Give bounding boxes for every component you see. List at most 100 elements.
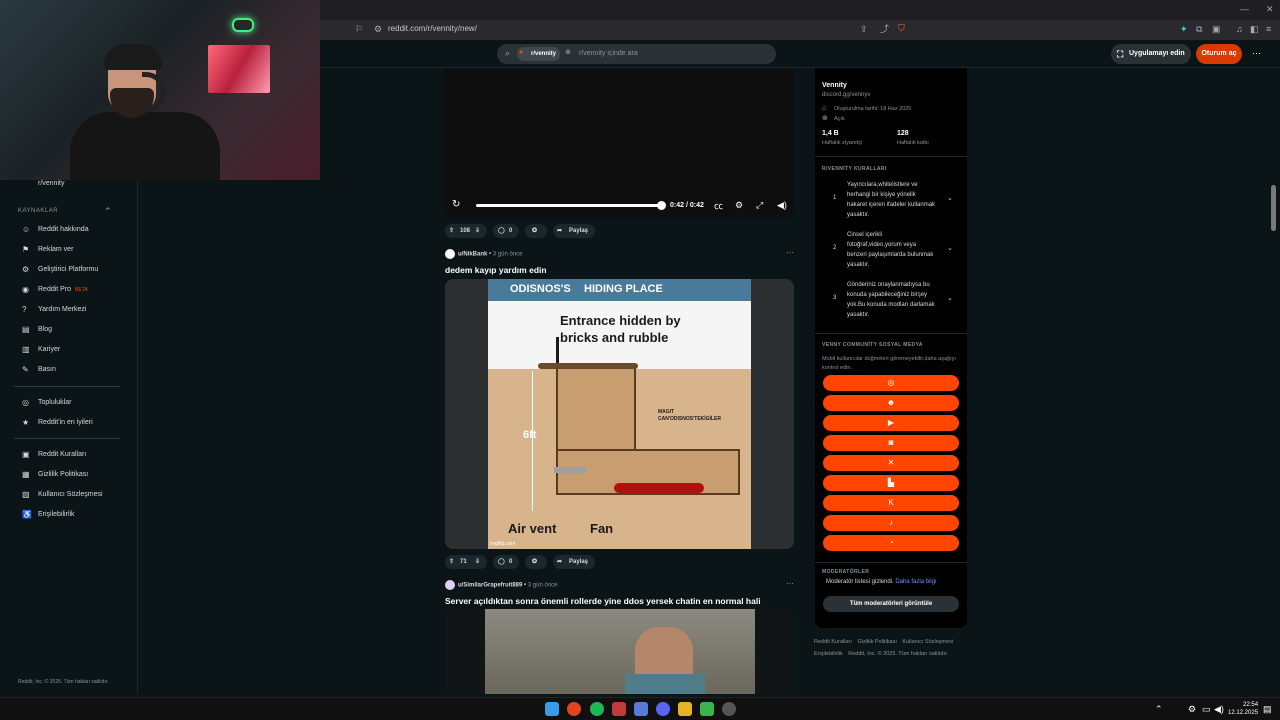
clock[interactable]: 22:54 12.12.2025 bbox=[1228, 701, 1258, 717]
start-icon[interactable] bbox=[545, 702, 559, 716]
sidebar-item-topluluklar[interactable]: ◎ Topluluklar bbox=[18, 393, 128, 413]
share-icon[interactable]: ⇪ bbox=[860, 25, 868, 34]
user-avatar[interactable] bbox=[445, 580, 455, 590]
folder-icon[interactable] bbox=[678, 702, 692, 716]
view-all-mods-button[interactable]: Tüm moderatörleri görüntüle bbox=[823, 596, 959, 612]
editor-icon[interactable] bbox=[634, 702, 648, 716]
sidebar-icon[interactable]: ◧ bbox=[1250, 25, 1259, 34]
user-avatar[interactable] bbox=[445, 249, 455, 259]
kick-link-button[interactable]: K bbox=[823, 495, 959, 511]
mods-more-link[interactable]: Daha fazla bilgi bbox=[895, 579, 936, 585]
video-player[interactable] bbox=[445, 68, 794, 218]
obs-icon[interactable] bbox=[722, 702, 736, 716]
tray-settings-icon[interactable]: ⚙ bbox=[1188, 705, 1196, 714]
captions-icon[interactable]: ㏄ bbox=[714, 202, 723, 211]
sidebar-item-reddit-kurallar[interactable]: ▣ Reddit Kuralları bbox=[18, 445, 128, 465]
comments-button[interactable]: ◯ 0 bbox=[493, 224, 519, 238]
sidebar-item-reddit-in-en-iyileri[interactable]: ★ Reddit'in en iyileri bbox=[18, 413, 128, 433]
replay-icon[interactable]: ↻ bbox=[452, 200, 460, 210]
sidebar-item-eri-ilebilirlik[interactable]: ♿ Erişilebilirlik bbox=[18, 505, 128, 525]
chevron-up-icon[interactable]: ⌃ bbox=[104, 207, 112, 216]
post-author[interactable]: u/SimilarGrapefruit889 bbox=[458, 583, 522, 589]
sidebar-item-reddit-hakk-nda[interactable]: ☺ Reddit hakkında bbox=[18, 220, 128, 240]
rule-item[interactable]: 1 Yayıncılara,whitelistlere ve herhangi b… bbox=[815, 180, 967, 228]
upvote-icon[interactable]: ⇧ bbox=[449, 224, 454, 238]
globe-link-button[interactable]: ◎ bbox=[823, 375, 959, 391]
comments-button[interactable]: ◯ 0 bbox=[493, 555, 519, 569]
downvote-icon[interactable]: ⇩ bbox=[475, 224, 480, 238]
post-author[interactable]: u/NikBank bbox=[458, 252, 487, 258]
footer-agreement-link[interactable]: Kullanıcı Sözleşmesi bbox=[902, 639, 953, 645]
settings-icon[interactable]: ⚙ bbox=[735, 201, 743, 210]
wallet-icon[interactable]: ▣ bbox=[1212, 25, 1221, 34]
instagram-link-button[interactable]: ◙ bbox=[823, 435, 959, 451]
tiktok-link-button[interactable]: ♪ bbox=[823, 515, 959, 531]
sidebar-item-bas-n[interactable]: ✎ Basın bbox=[18, 360, 128, 380]
post-title[interactable]: dedem kayıp yardım edin bbox=[445, 265, 547, 275]
translate-icon[interactable]: ⤴ bbox=[880, 25, 889, 34]
volume-icon[interactable]: ◀) bbox=[777, 201, 787, 210]
award-button[interactable]: ✪ bbox=[525, 224, 547, 238]
chip-close-icon[interactable]: ⊗ bbox=[565, 49, 571, 56]
resources-section-title[interactable]: KAYNAKLAR bbox=[18, 208, 58, 214]
downvote-icon[interactable]: ⇩ bbox=[475, 555, 480, 569]
nav-item-community[interactable]: r/vennity bbox=[18, 174, 128, 194]
footer-privacy-link[interactable]: Gizlilik Politikası bbox=[857, 639, 896, 645]
close-icon[interactable]: ✕ bbox=[1266, 5, 1274, 14]
sidebar-item-kariyer[interactable]: ▥ Kariyer bbox=[18, 340, 128, 360]
sidebar-item-gizlilik-politikas[interactable]: ▦ Gizlilik Politikası bbox=[18, 465, 128, 485]
footer-rules-link[interactable]: Reddit Kuralları bbox=[814, 639, 852, 645]
app-icon[interactable] bbox=[612, 702, 626, 716]
chevron-down-icon[interactable]: ⌄ bbox=[947, 244, 953, 252]
address-bar[interactable]: ⚐ ⚙ reddit.com/r/vennity/new/ ⇪ ⤴ ⛉ ✦ ⧉ … bbox=[320, 20, 1280, 40]
brave-icon[interactable] bbox=[567, 702, 581, 716]
extensions-icon[interactable]: ⧉ bbox=[1196, 25, 1202, 34]
page-scrollbar[interactable] bbox=[1271, 185, 1276, 231]
search-input[interactable]: ⌕ r/vennity ● ⊗ r/vennity içinde ara bbox=[497, 44, 776, 64]
rule-item[interactable]: 2 Cinsel içerikli fotoğraf,video,yorum ve… bbox=[815, 230, 967, 278]
post-title[interactable]: Server açıldıktan sonra önemli rollerde … bbox=[445, 596, 761, 606]
tray-chevron-icon[interactable]: ⌃ bbox=[1155, 705, 1163, 714]
twitch-link-button[interactable]: ▙ bbox=[823, 475, 959, 491]
video-progress-bar[interactable] bbox=[476, 204, 662, 207]
sidebar-item-reddit-pro[interactable]: ◉ Reddit Pro BETA bbox=[18, 280, 128, 300]
login-button[interactable]: Oturum aç bbox=[1196, 44, 1242, 64]
extension-icon[interactable]: ✦ bbox=[1180, 25, 1188, 34]
more-options-icon[interactable]: ⋯ bbox=[1252, 49, 1261, 58]
award-button[interactable]: ✪ bbox=[525, 555, 547, 569]
search-community-chip[interactable]: r/vennity bbox=[517, 47, 561, 61]
chevron-down-icon[interactable]: ⌄ bbox=[947, 294, 953, 302]
post3-video[interactable] bbox=[445, 609, 794, 694]
menu-icon[interactable]: ≡ bbox=[1266, 25, 1271, 34]
share-button[interactable]: ➦ Paylaş bbox=[553, 555, 595, 569]
steam-link-button[interactable]: ◔ bbox=[823, 535, 959, 551]
youtube-link-button[interactable]: ▶ bbox=[823, 415, 959, 431]
site-info-icon[interactable]: ⚙ bbox=[374, 25, 382, 34]
fullscreen-icon[interactable]: ⤢ bbox=[756, 201, 763, 210]
rule-item[interactable]: 3 Gönderiniz onaylanmadıysa bu konuda yap… bbox=[815, 280, 967, 328]
sidebar-item-reklam-ver[interactable]: ⚑ Reklam ver bbox=[18, 240, 128, 260]
spotify-icon[interactable] bbox=[590, 702, 604, 716]
post-options-icon[interactable]: ⋯ bbox=[786, 579, 794, 588]
sidebar-item-geli-tirici-platformu[interactable]: ⚙ Geliştirici Platformu bbox=[18, 260, 128, 280]
minimize-icon[interactable]: — bbox=[1240, 5, 1249, 14]
bookmark-icon[interactable]: ⚐ bbox=[355, 25, 363, 34]
upvote-icon[interactable]: ⇧ bbox=[449, 555, 454, 569]
share-button[interactable]: ➦ Paylaş bbox=[553, 224, 595, 238]
community-link[interactable]: discord.gg/vennyv bbox=[822, 92, 870, 98]
notification-icon[interactable]: ▤ bbox=[1263, 705, 1272, 714]
chevron-down-icon[interactable]: ⌄ bbox=[947, 194, 953, 202]
music-icon[interactable]: ♫ bbox=[1236, 25, 1243, 34]
speaker-icon[interactable]: ◀) bbox=[1214, 705, 1224, 714]
media-icon[interactable] bbox=[700, 702, 714, 716]
post-options-icon[interactable]: ⋯ bbox=[786, 248, 794, 257]
brave-shield-icon[interactable]: ⛉ bbox=[898, 24, 905, 33]
discord-link-button[interactable]: ☻ bbox=[823, 395, 959, 411]
network-icon[interactable]: ▭ bbox=[1202, 705, 1211, 714]
get-app-button[interactable]: ⛶ Uygulamayı edin bbox=[1111, 44, 1191, 64]
video-progress-handle[interactable] bbox=[657, 201, 666, 210]
sidebar-item-kullan-c-s-zle-mesi[interactable]: ▧ Kullanıcı Sözleşmesi bbox=[18, 485, 128, 505]
sidebar-item-blog[interactable]: ▤ Blog bbox=[18, 320, 128, 340]
url-text[interactable]: reddit.com/r/vennity/new/ bbox=[388, 24, 477, 33]
x-link-button[interactable]: ✕ bbox=[823, 455, 959, 471]
